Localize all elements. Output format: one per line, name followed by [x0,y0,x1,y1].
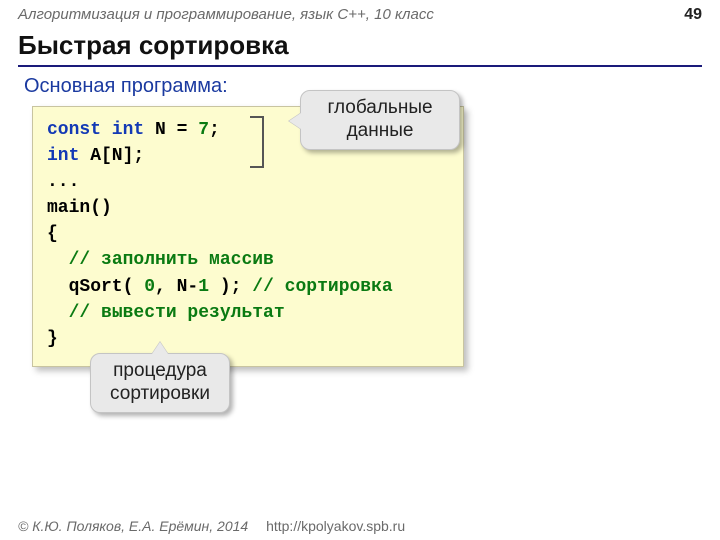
callout-text: глобальные данные [327,97,432,141]
page-number: 49 [684,6,702,24]
footer: © К.Ю. Поляков, Е.А. Ерёмин, 2014 http:/… [18,518,405,534]
tok: } [47,329,58,349]
tok [47,250,69,270]
tok-num: 7 [198,120,209,140]
title-rule [18,65,702,67]
copyright: © К.Ю. Поляков, Е.А. Ерёмин, 2014 [18,518,248,534]
tok: N = [144,120,198,140]
tok: { [47,224,58,244]
tok-cmt: // заполнить массив [69,250,274,270]
tok: A[N]; [79,146,144,166]
tok [47,303,69,323]
tok-kw: int [47,146,79,166]
tok: ... [47,172,79,192]
callout-global: глобальные данные [300,90,460,150]
tok-cmt: // сортировка [252,277,392,297]
tok-kw: const int [47,120,144,140]
course-title: Алгоритмизация и программирование, язык … [18,6,434,23]
tok-num: 1 [198,277,209,297]
page-title: Быстрая сортировка [0,26,720,63]
tok: , N- [155,277,198,297]
tok: ); [209,277,252,297]
callout-proc: процедура сортировки [90,353,230,413]
callout-text: процедура сортировки [110,360,210,404]
tok: main() [47,198,112,218]
header: Алгоритмизация и программирование, язык … [0,0,720,26]
footer-url: http://kpolyakov.spb.ru [266,518,405,534]
tok: qSort( [47,277,144,297]
tok: ; [209,120,220,140]
tok-cmt: // вывести результат [69,303,285,323]
tok-num: 0 [144,277,155,297]
bracket-icon [250,116,264,168]
